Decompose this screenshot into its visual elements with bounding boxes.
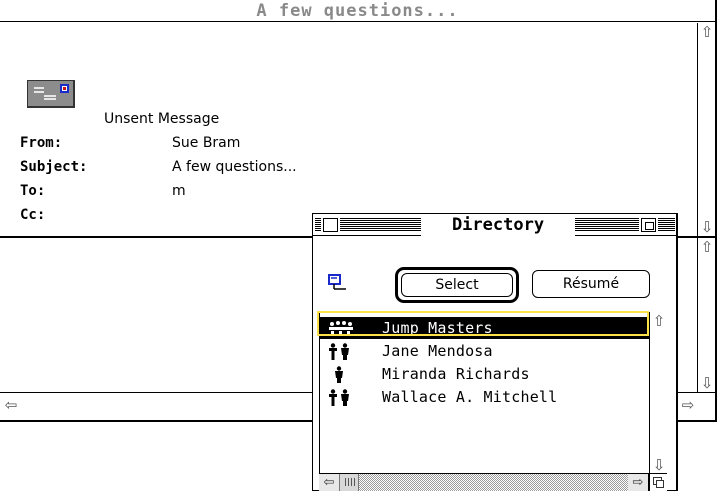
directory-vertical-scrollbar[interactable]: ⇧ ⇩ <box>649 312 667 474</box>
scroll-right-arrow-icon[interactable]: ⇨ <box>628 474 648 491</box>
scroll-down-arrow-icon[interactable]: ⇩ <box>698 218 716 236</box>
scroll-up-arrow-icon[interactable]: ⇧ <box>698 23 716 41</box>
scroll-left-arrow-icon[interactable]: ⇦ <box>2 396 20 414</box>
close-box-icon[interactable] <box>323 218 338 232</box>
cc-label: Cc: <box>20 207 46 223</box>
scroll-thumb[interactable] <box>339 474 359 491</box>
to-label: To: <box>20 183 46 199</box>
to-value[interactable]: m <box>172 183 186 199</box>
resume-button[interactable]: Résumé <box>532 270 650 298</box>
directory-title: Directory <box>421 214 575 236</box>
message-status: Unsent Message <box>104 111 220 127</box>
directory-window: Directory Select Résumé Jump Masters Jan… <box>312 213 678 491</box>
address-book-icon[interactable] <box>328 274 348 294</box>
directory-title-bar[interactable]: Directory <box>313 214 677 236</box>
from-value[interactable]: Sue Bram <box>172 135 240 151</box>
scroll-right-arrow-icon[interactable]: ⇨ <box>679 396 697 414</box>
subject-value[interactable]: A few questions... <box>172 159 297 175</box>
list-frame <box>319 312 667 473</box>
envelope-icon <box>27 80 75 108</box>
header-scrollbar[interactable]: ⇧ ⇩ <box>697 23 715 236</box>
select-button-label: Select <box>401 273 513 297</box>
directory-horizontal-scrollbar[interactable]: ⇦ ⇨ <box>319 473 649 491</box>
zoom-box-icon[interactable] <box>641 218 656 232</box>
scroll-up-arrow-icon[interactable]: ⇧ <box>650 312 668 330</box>
subject-label: Subject: <box>20 159 88 175</box>
body-scrollbar[interactable]: ⇧ ⇩ <box>697 238 715 392</box>
mail-window-title: A few questions... <box>256 1 459 21</box>
message-header-pane: Unsent Message From: Sue Bram Subject: A… <box>0 23 697 236</box>
scroll-down-arrow-icon[interactable]: ⇩ <box>650 456 668 474</box>
from-label: From: <box>20 135 63 151</box>
scroll-up-arrow-icon[interactable]: ⇧ <box>698 238 716 256</box>
mail-title-bar[interactable]: A few questions... <box>0 0 715 22</box>
select-button[interactable]: Select <box>395 267 519 303</box>
grow-box-icon[interactable] <box>649 473 667 491</box>
scroll-down-arrow-icon[interactable]: ⇩ <box>698 374 716 392</box>
scroll-left-arrow-icon[interactable]: ⇦ <box>319 474 339 491</box>
